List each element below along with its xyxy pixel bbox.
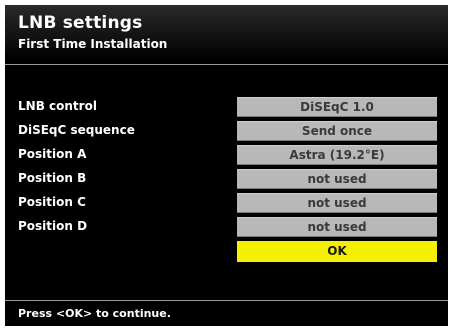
setting-value-lnb-control[interactable]: DiSEqC 1.0: [237, 97, 437, 117]
footer-divider: [5, 300, 448, 301]
tv-screen: LNB settings First Time Installation LNB…: [5, 5, 448, 326]
header: LNB settings First Time Installation: [5, 5, 448, 60]
setting-label: Position D: [18, 219, 88, 233]
setting-label: Position B: [18, 171, 87, 185]
setting-label: Position A: [18, 147, 87, 161]
footer-hint: Press <OK> to continue.: [18, 307, 171, 320]
setting-row-position-d[interactable]: Position D not used: [5, 217, 448, 238]
setting-label: LNB control: [18, 99, 97, 113]
setting-value-position-b[interactable]: not used: [237, 169, 437, 189]
setting-value-position-a[interactable]: Astra (19.2°E): [237, 145, 437, 165]
setting-value-position-c[interactable]: not used: [237, 193, 437, 213]
page-subtitle: First Time Installation: [18, 37, 168, 51]
setting-row-position-a[interactable]: Position A Astra (19.2°E): [5, 145, 448, 166]
setting-row-diseqc-sequence[interactable]: DiSEqC sequence Send once: [5, 121, 448, 142]
ok-button[interactable]: OK: [237, 241, 437, 262]
setting-value-diseqc-sequence[interactable]: Send once: [237, 121, 437, 141]
header-divider: [5, 64, 448, 65]
setting-label: DiSEqC sequence: [18, 123, 135, 137]
setting-row-lnb-control[interactable]: LNB control DiSEqC 1.0: [5, 97, 448, 118]
setting-label: Position C: [18, 195, 86, 209]
setting-row-position-b[interactable]: Position B not used: [5, 169, 448, 190]
setting-row-position-c[interactable]: Position C not used: [5, 193, 448, 214]
page-title: LNB settings: [18, 13, 143, 33]
setting-value-position-d[interactable]: not used: [237, 217, 437, 237]
